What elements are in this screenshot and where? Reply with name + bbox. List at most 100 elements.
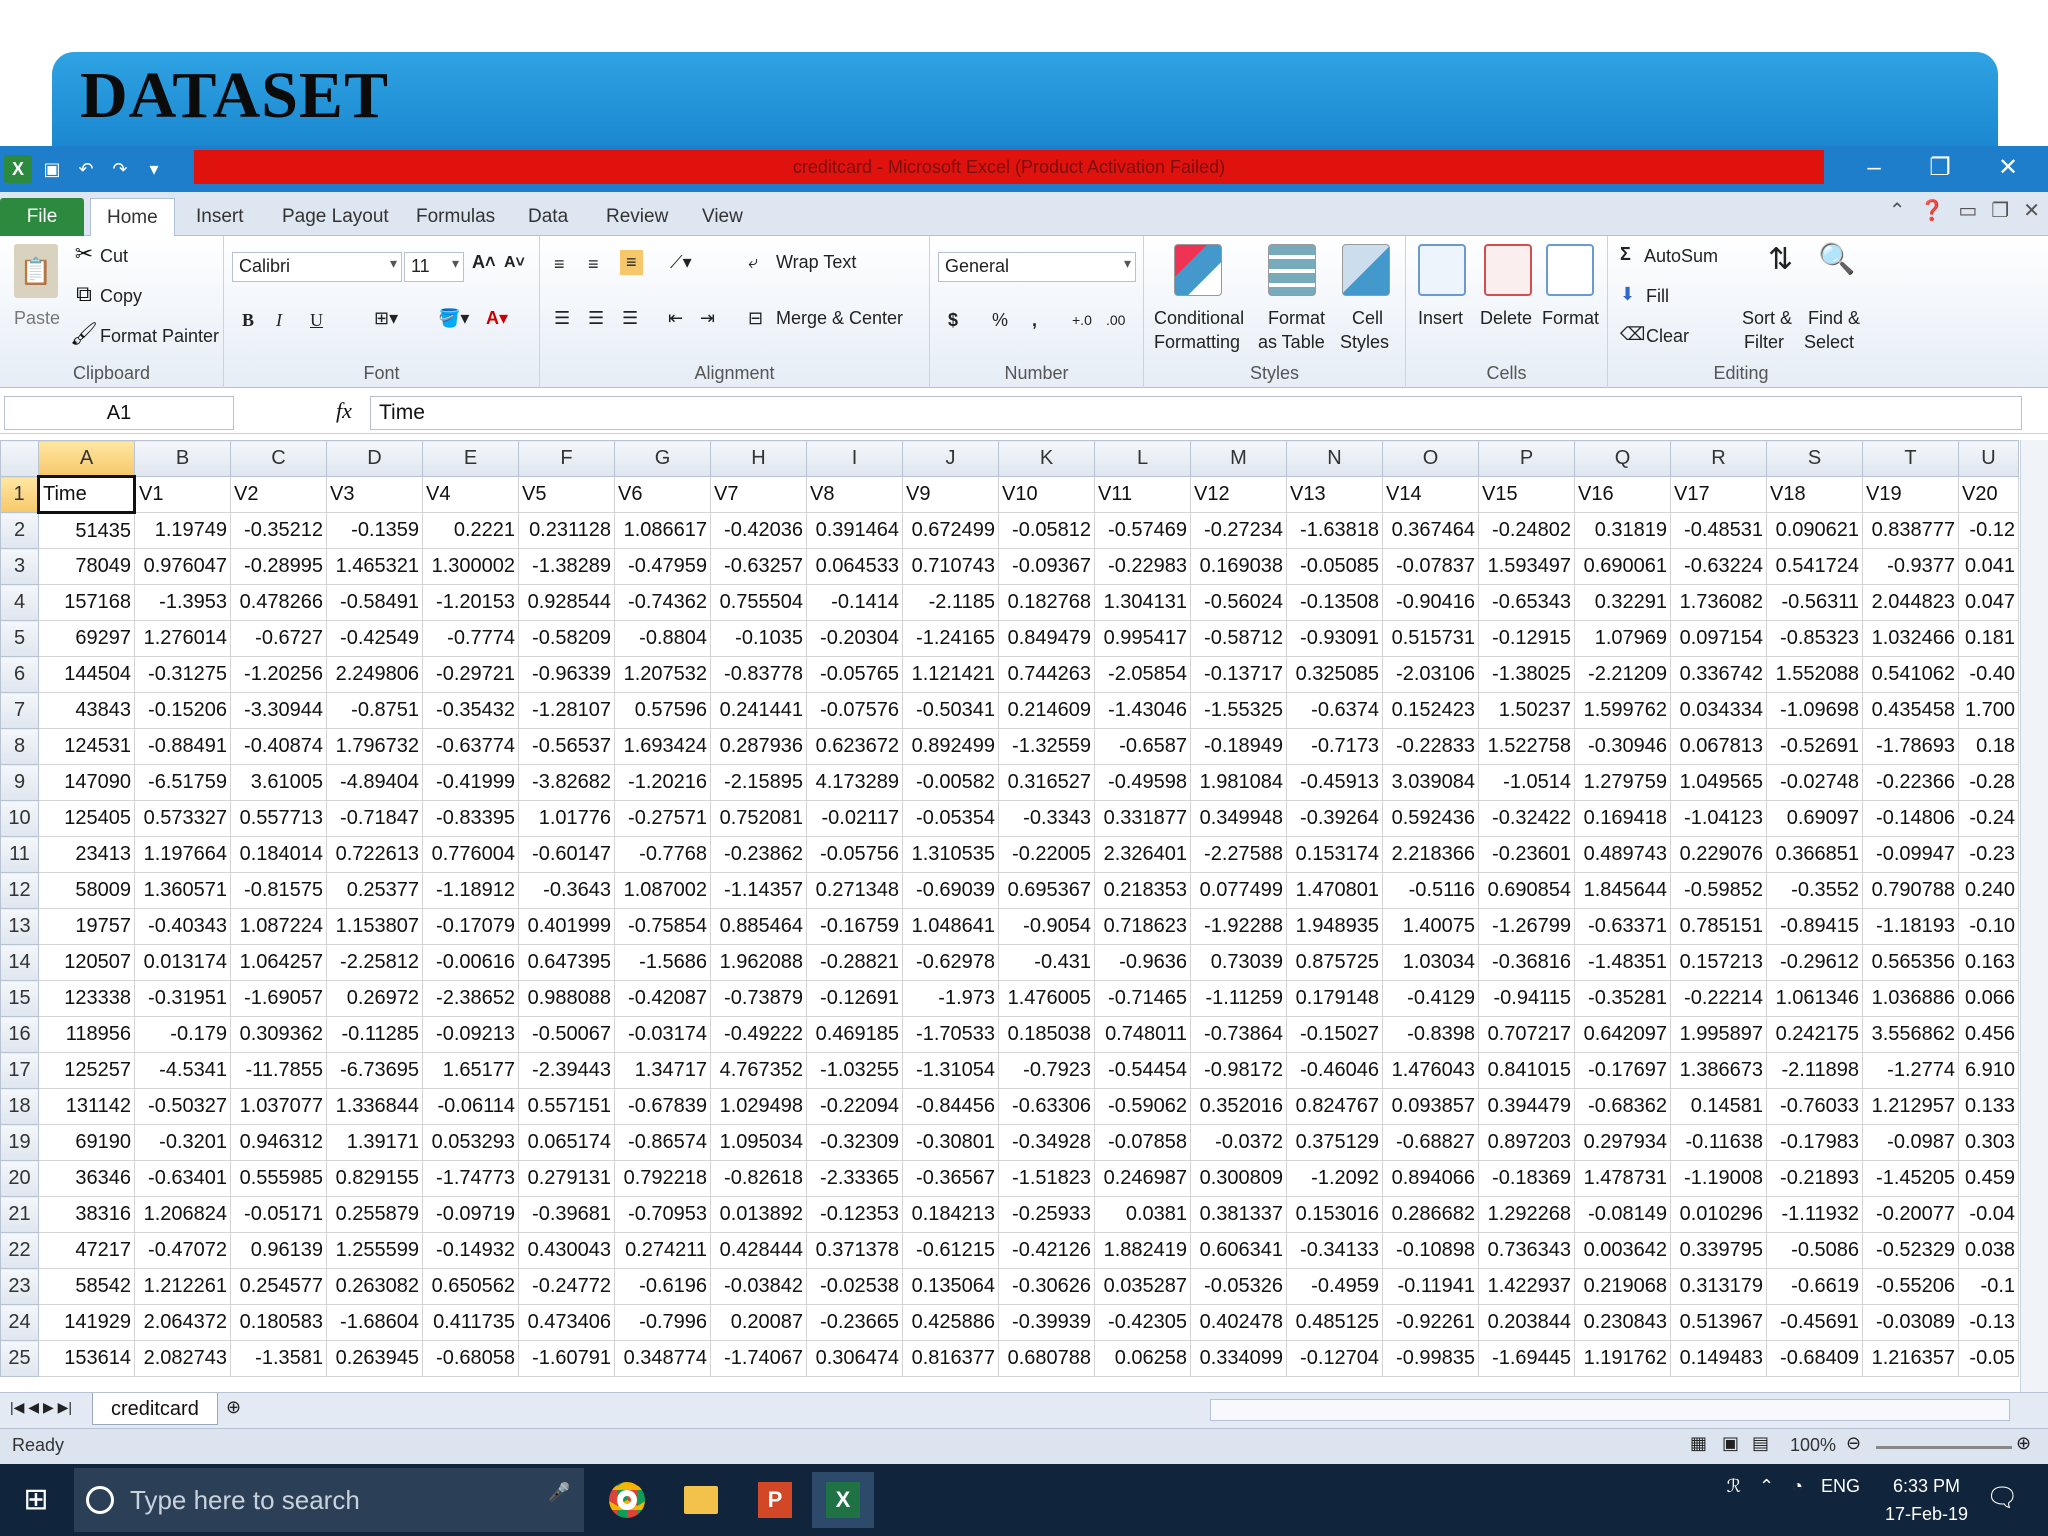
cell[interactable]: 0.303 (1958, 1124, 2019, 1161)
minimize-ribbon-icon[interactable]: ⌃ (1889, 198, 1906, 223)
comma-button[interactable]: , (1032, 310, 1037, 331)
cell[interactable]: -0.81575 (230, 872, 327, 909)
cell[interactable]: V6 (614, 476, 711, 513)
cell[interactable]: -1.18912 (422, 872, 519, 909)
cell[interactable]: Time (37, 475, 136, 514)
cell[interactable]: 69297 (38, 620, 135, 657)
cell[interactable]: -4.5341 (134, 1052, 231, 1089)
cell[interactable]: 0.306474 (806, 1340, 903, 1377)
cell[interactable]: -3.82682 (518, 764, 615, 801)
cell[interactable]: 0.623672 (806, 728, 903, 765)
cell[interactable]: 0.841015 (1478, 1052, 1575, 1089)
cell[interactable]: -0.4959 (1286, 1268, 1383, 1305)
cell[interactable]: -0.48531 (1670, 512, 1767, 549)
cell[interactable]: 1.049565 (1670, 764, 1767, 801)
cell[interactable]: -0.30626 (998, 1268, 1095, 1305)
cell[interactable]: 0.456 (1958, 1016, 2019, 1053)
cell[interactable]: -0.30946 (1574, 728, 1671, 765)
cell[interactable]: -3.30944 (230, 692, 327, 729)
cell[interactable]: 1.048641 (902, 908, 999, 945)
cell[interactable]: -0.55206 (1862, 1268, 1959, 1305)
cell[interactable]: -1.09698 (1766, 692, 1863, 729)
cell[interactable]: V7 (710, 476, 807, 513)
cell[interactable]: -0.02117 (806, 800, 903, 837)
cell[interactable]: 0.229076 (1670, 836, 1767, 873)
cell[interactable]: 0.219068 (1574, 1268, 1671, 1305)
clock[interactable]: 6:33 PM 17-Feb-19 (1885, 1472, 1968, 1528)
cell[interactable]: 0.339795 (1670, 1232, 1767, 1269)
cell[interactable]: -0.05326 (1190, 1268, 1287, 1305)
cell[interactable]: -0.56024 (1190, 584, 1287, 621)
cell[interactable]: 0.214609 (998, 692, 1095, 729)
align-center-icon[interactable]: ☰ (588, 308, 604, 329)
cell[interactable]: -0.5116 (1382, 872, 1479, 909)
cell[interactable]: -1.55325 (1190, 692, 1287, 729)
cell[interactable]: -0.17697 (1574, 1052, 1671, 1089)
cell[interactable]: 1.300002 (422, 548, 519, 585)
cell[interactable]: -0.40 (1958, 656, 2019, 693)
cell[interactable]: -1.26799 (1478, 908, 1575, 945)
cell[interactable]: 0.892499 (902, 728, 999, 765)
cell[interactable]: -0.83778 (710, 656, 807, 693)
cell[interactable]: -0.17983 (1766, 1124, 1863, 1161)
cell[interactable]: 6.910 (1958, 1052, 2019, 1089)
normal-view-icon[interactable]: ▦ (1690, 1433, 1707, 1454)
cell[interactable]: 124531 (38, 728, 135, 765)
cell[interactable]: 1.212957 (1862, 1088, 1959, 1125)
cell[interactable]: -0.63257 (710, 548, 807, 585)
cell[interactable]: 0.473406 (518, 1304, 615, 1341)
customize-qat-icon[interactable]: ▾ (140, 155, 168, 183)
cell[interactable]: -0.1414 (806, 584, 903, 621)
cell[interactable]: -0.6196 (614, 1268, 711, 1305)
italic-button[interactable]: I (276, 310, 282, 331)
cell[interactable]: 0.928544 (518, 584, 615, 621)
clear-button[interactable]: Clear (1646, 326, 1689, 347)
cell[interactable]: 1.255599 (326, 1232, 423, 1269)
cell[interactable]: -0.22214 (1670, 980, 1767, 1017)
font-name-select[interactable]: Calibri ▾ (232, 252, 402, 282)
cell[interactable]: V4 (422, 476, 519, 513)
cell[interactable]: 2.249806 (326, 656, 423, 693)
cell[interactable]: -0.07858 (1094, 1124, 1191, 1161)
cell[interactable]: 0.489743 (1574, 836, 1671, 873)
cell[interactable]: -1.04123 (1670, 800, 1767, 837)
wrap-text-button[interactable]: Wrap Text (776, 252, 856, 273)
cell[interactable]: 0.0381 (1094, 1196, 1191, 1233)
tab-insert[interactable]: Insert (180, 198, 260, 236)
cell[interactable]: -0.89415 (1766, 908, 1863, 945)
cell[interactable]: -0.12915 (1478, 620, 1575, 657)
cell[interactable]: 0.348774 (614, 1340, 711, 1377)
sort-filter-button[interactable]: Sort & (1742, 308, 1792, 329)
row-header[interactable]: 2 (0, 512, 39, 549)
row-header[interactable]: 10 (0, 800, 39, 837)
number-format-select[interactable]: General ▾ (938, 252, 1136, 282)
cell[interactable]: 1.03034 (1382, 944, 1479, 981)
vertical-scrollbar[interactable] (2020, 440, 2048, 1392)
cell[interactable]: 1.197664 (134, 836, 231, 873)
row-header[interactable]: 11 (0, 836, 39, 873)
borders-icon[interactable]: ⊞▾ (374, 308, 398, 329)
cell[interactable]: -0.61215 (902, 1232, 999, 1269)
row-header[interactable]: 16 (0, 1016, 39, 1053)
cell[interactable]: -0.22366 (1862, 764, 1959, 801)
cell[interactable]: 1.65177 (422, 1052, 519, 1089)
cell[interactable]: 0.672499 (902, 512, 999, 549)
grow-font-icon[interactable]: A˄ (472, 252, 496, 273)
cell[interactable]: 1.522758 (1478, 728, 1575, 765)
tab-formulas[interactable]: Formulas (400, 198, 511, 236)
people-icon[interactable]: ℛ (1727, 1476, 1741, 1497)
cell[interactable]: 0.69097 (1766, 800, 1863, 837)
cell[interactable]: 2.326401 (1094, 836, 1191, 873)
cell[interactable]: -0.05171 (230, 1196, 327, 1233)
network-icon[interactable]: ◔ (1792, 1476, 1803, 1497)
cell[interactable]: -1.32559 (998, 728, 1095, 765)
cell[interactable]: 1.422937 (1478, 1268, 1575, 1305)
cell[interactable]: 0.316527 (998, 764, 1095, 801)
cell[interactable]: -0.5086 (1766, 1232, 1863, 1269)
cell[interactable]: 144504 (38, 656, 135, 693)
cell[interactable]: 0.065174 (518, 1124, 615, 1161)
cell[interactable]: -1.74067 (710, 1340, 807, 1377)
cell[interactable]: 0.053293 (422, 1124, 519, 1161)
cell[interactable]: -2.1185 (902, 584, 999, 621)
orientation-icon[interactable]: ⟋▾ (670, 252, 692, 273)
